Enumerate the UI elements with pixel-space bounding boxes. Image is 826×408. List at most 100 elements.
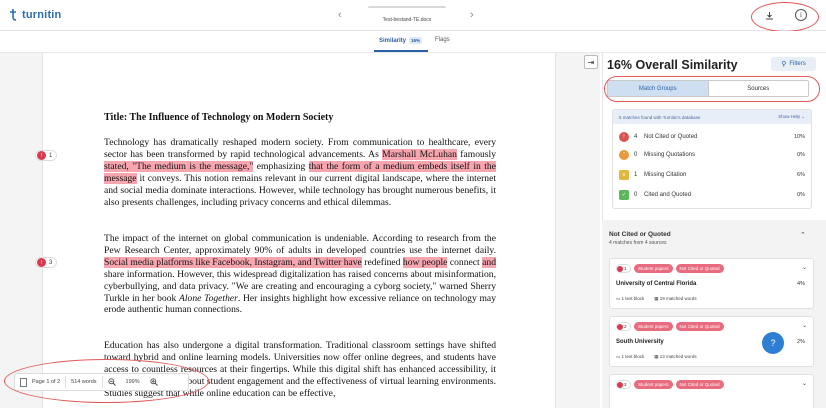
zoom-in-button[interactable] xyxy=(145,374,163,390)
citation-icon: ≡ xyxy=(619,170,629,180)
source-card-1[interactable]: 1 Student papers Not Cited or Quoted ⌄ U… xyxy=(609,258,814,309)
matched-words-label: 19 matched words xyxy=(659,296,697,301)
next-document-arrow-icon[interactable]: › xyxy=(470,9,474,21)
source-name: South University xyxy=(616,339,664,345)
download-icon[interactable] xyxy=(761,7,777,23)
tab-similarity[interactable]: Similarity 16% xyxy=(379,37,423,45)
view-toggle: Match Groups Sources xyxy=(607,80,809,97)
source-card-3[interactable]: 3 Student papers Not Cited or Quoted ⌄ xyxy=(609,374,814,408)
group-count: 4 xyxy=(634,134,638,140)
source-number: 1 xyxy=(624,266,627,271)
match-type-pill: Not Cited or Quoted xyxy=(675,380,724,389)
source-number-badge: 2 xyxy=(616,322,631,331)
group-count: 0 xyxy=(634,152,638,158)
text-block-count: ▭ 1 text block xyxy=(616,354,645,359)
p2-book-title: Alone Together xyxy=(179,292,238,304)
logo-text: turnitin xyxy=(22,9,62,21)
p2-text: redefined xyxy=(361,256,403,268)
p1-highlight[interactable]: Marshall McLuhan xyxy=(382,148,457,160)
marker-dot xyxy=(617,323,623,330)
tab-flags[interactable]: Flags xyxy=(435,37,450,43)
source-number-badge: 3 xyxy=(616,380,631,389)
zoom-level: 199% xyxy=(125,379,140,385)
source-number: 2 xyxy=(624,324,627,329)
paragraph-2: The impact of the internet on global com… xyxy=(104,233,496,316)
text-block-label: 1 text block xyxy=(621,354,645,359)
zoom-out-button[interactable] xyxy=(103,374,121,390)
group-cited-quoted[interactable]: ✓ 0 Cited and Quoted 0% xyxy=(619,188,805,202)
help-icon: ? xyxy=(770,338,776,348)
group-percent: 0% xyxy=(797,192,805,198)
zoom-out-icon xyxy=(107,378,116,386)
turnitin-logo-icon xyxy=(10,9,17,21)
matched-words: ▦ 13 matched words xyxy=(654,354,697,359)
marker-dot: ! xyxy=(37,151,46,160)
info-icon[interactable]: i xyxy=(795,9,807,21)
turnitin-logo[interactable]: turnitin xyxy=(8,8,61,22)
p2-text: The impact of the internet on global com… xyxy=(104,233,496,256)
filters-button[interactable]: ⚲ Filters xyxy=(771,57,816,71)
source-type-pill: Student papers xyxy=(634,264,673,273)
word-count: 514 words xyxy=(71,379,97,385)
group-label: Missing Quotations xyxy=(644,152,696,158)
group-label: Not Cited or Quoted xyxy=(644,134,698,140)
chevron-up-icon[interactable]: ⌃ xyxy=(800,231,806,239)
source-number-badge: 1 xyxy=(616,264,631,273)
group-percent: 6% xyxy=(797,172,805,178)
document-title: Test-bestand-TE.docx xyxy=(382,17,432,23)
group-percent: 0% xyxy=(797,152,805,158)
tab-similarity-label: Similarity xyxy=(379,38,407,45)
active-tab-underline xyxy=(374,50,428,52)
source-tags: 3 Student papers Not Cited or Quoted xyxy=(616,380,724,389)
filter-icon: ⚲ xyxy=(781,61,787,68)
matched-words: ▦ 19 matched words xyxy=(654,296,697,301)
p1-text: emphasizing xyxy=(253,160,309,172)
p2-highlight[interactable]: Social media platforms like Facebook, In… xyxy=(104,256,362,268)
text-block-count: ▭ 1 text block xyxy=(616,296,645,301)
source-meta: ▭ 1 text block ▦ 19 matched words xyxy=(616,296,697,302)
collapse-panel-button[interactable]: ⇥ xyxy=(584,55,598,69)
p2-highlight[interactable]: and xyxy=(482,256,496,268)
group-not-cited[interactable]: ! 4 Not Cited or Quoted 10% xyxy=(619,130,805,144)
group-count: 0 xyxy=(634,192,638,198)
p1-highlight[interactable]: stated, "The medium is the message," xyxy=(104,160,254,172)
group-missing-quotations[interactable]: " 0 Missing Quotations 0% xyxy=(619,148,805,162)
prev-document-arrow-icon[interactable]: ‹ xyxy=(338,9,342,21)
p2-text: connect xyxy=(447,256,483,268)
chevron-down-icon[interactable]: ⌄ xyxy=(802,264,807,271)
p1-text: famously xyxy=(456,148,496,160)
marker-dot xyxy=(617,265,623,272)
source-tags: 1 Student papers Not Cited or Quoted xyxy=(616,264,724,273)
show-help-link[interactable]: Show Help ⌄ xyxy=(778,114,805,120)
marker-number: 3 xyxy=(49,259,53,266)
page-icon xyxy=(20,377,27,387)
match-groups-header: 5 matches found with Turnitin's database… xyxy=(613,110,811,124)
group-percent: 10% xyxy=(793,134,805,140)
marker-number: 1 xyxy=(49,152,53,159)
group-label: Cited and Quoted xyxy=(644,192,692,198)
p2-highlight[interactable]: how people xyxy=(402,256,448,268)
help-chat-button[interactable]: ? xyxy=(762,332,784,354)
group-missing-citation[interactable]: ≡ 1 Missing Citation 6% xyxy=(619,168,805,182)
match-groups-button[interactable]: Match Groups xyxy=(608,81,709,96)
matches-found-text: 5 matches found with Turnitin's database xyxy=(619,114,701,120)
tab-flags-label: Flags xyxy=(435,37,450,43)
match-type-pill: Not Cited or Quoted xyxy=(675,264,724,273)
show-help-label: Show Help xyxy=(778,114,800,119)
cited-icon: ✓ xyxy=(619,190,629,200)
source-percent: 2% xyxy=(797,339,805,345)
chevron-down-icon[interactable]: ⌄ xyxy=(802,380,807,387)
match-marker-3[interactable]: ! 3 xyxy=(35,257,57,268)
matched-words-label: 13 matched words xyxy=(659,354,697,359)
not-cited-subtitle: 4 matches from 4 sources xyxy=(609,240,667,246)
document-heading: Title: The Influence of Technology on Mo… xyxy=(104,112,334,123)
match-marker-1[interactable]: ! 1 xyxy=(35,150,57,161)
marker-dot: ! xyxy=(37,258,46,267)
overall-similarity-title: 16% Overall Similarity xyxy=(607,58,738,72)
chevron-down-icon[interactable]: ⌄ xyxy=(802,322,807,329)
sources-button[interactable]: Sources xyxy=(709,81,809,96)
source-name: University of Central Florida xyxy=(616,281,697,287)
source-type-pill: Student papers xyxy=(634,380,673,389)
text-block-label: 1 text block xyxy=(621,296,645,301)
p1-text: it conveys. This notion remains relevant… xyxy=(104,172,496,208)
